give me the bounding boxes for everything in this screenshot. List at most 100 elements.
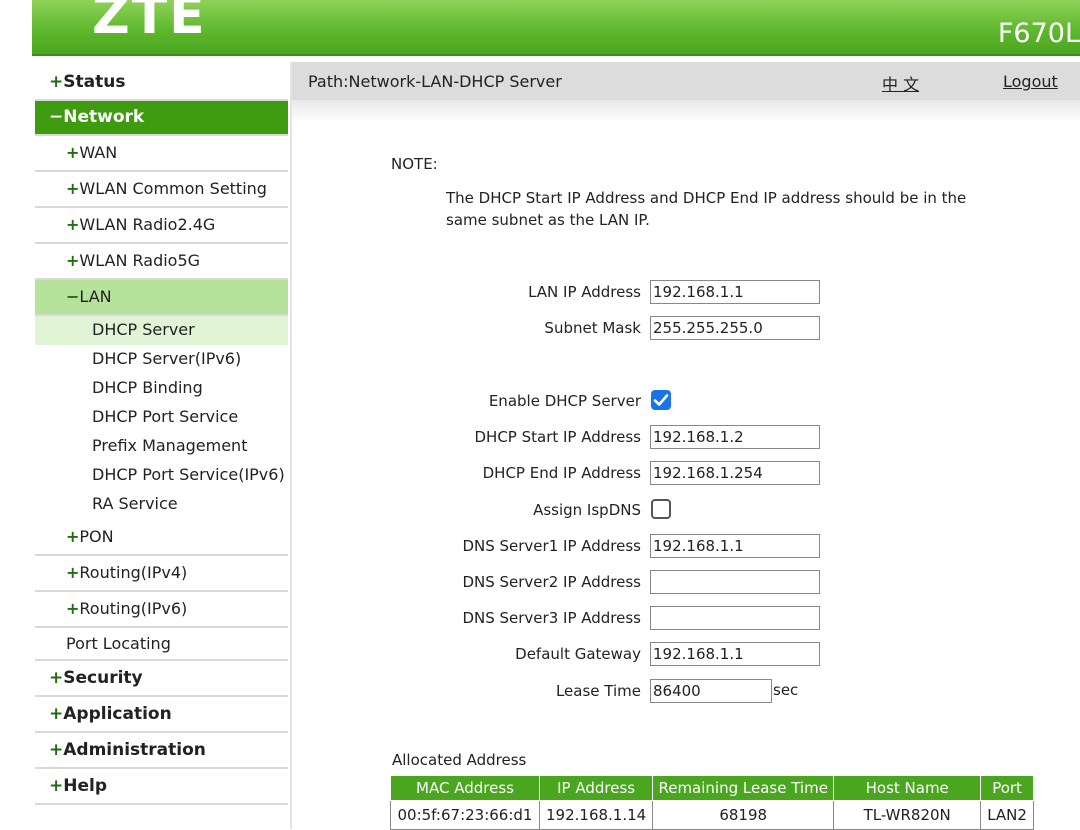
expand-icon: + [49, 72, 64, 92]
sidebar-item-wlan-radio2-4g[interactable]: +WLAN Radio2.4G [35, 208, 288, 244]
column-header: IP Address [538, 775, 654, 801]
model-name: F670L [997, 18, 1080, 49]
dns1-input[interactable] [650, 534, 820, 558]
sidebar-item-wlan-radio5g[interactable]: +WLAN Radio5G [35, 244, 288, 280]
sidebar-item-ra-service[interactable]: RA Service [35, 490, 288, 520]
sidebar-item-label: Network [63, 107, 145, 127]
column-header: Port [980, 775, 1034, 801]
sidebar-item-status[interactable]: +Status [35, 66, 288, 101]
zte-logo: ZTE [92, 0, 207, 46]
checkmark-icon [653, 394, 669, 406]
lan-ip-label: LAN IP Address [528, 283, 641, 301]
sidebar-item-label: Help [63, 776, 108, 796]
table-row: 00:5f:67:23:66:d1 192.168.1.14 68198 TL-… [390, 800, 1034, 830]
sidebar-item-application[interactable]: +Application [35, 697, 288, 733]
dns3-label: DNS Server3 IP Address [462, 609, 641, 627]
page-margin [0, 0, 32, 829]
sidebar-item-dhcp-server-ipv6[interactable]: DHCP Server(IPv6) [35, 345, 288, 374]
sidebar-item-security[interactable]: +Security [35, 661, 288, 697]
sidebar-item-label: DHCP Server(IPv6) [92, 349, 242, 368]
sidebar-item-routing-ipv4[interactable]: +Routing(IPv4) [35, 556, 288, 592]
sidebar-item-label: DHCP Port Service [92, 407, 239, 426]
sidebar-item-label: Administration [63, 740, 206, 760]
sidebar-item-pon[interactable]: +PON [35, 520, 288, 556]
mac-address-cell: 00:5f:67:23:66:d1 [390, 800, 540, 830]
allocated-address-table: MAC Address IP Address Remaining Lease T… [390, 775, 1034, 830]
top-banner: ZTE F670L [32, 0, 1080, 56]
lan-ip-input[interactable] [650, 280, 820, 304]
sidebar-item-port-locating[interactable]: Port Locating [35, 628, 288, 661]
sidebar-item-label: RA Service [92, 494, 178, 513]
logout-link[interactable]: Logout [1003, 72, 1058, 91]
sidebar-item-routing-ipv6[interactable]: +Routing(IPv6) [35, 592, 288, 628]
expand-icon: + [66, 251, 80, 270]
sidebar-divider [290, 62, 292, 829]
dns3-input[interactable] [650, 606, 820, 630]
sidebar-item-label: WLAN Common Setting [79, 179, 267, 198]
sidebar-item-lan[interactable]: −LAN [35, 280, 288, 316]
sidebar-item-label: WLAN Radio2.4G [79, 215, 216, 234]
sidebar-item-wan[interactable]: +WAN [35, 136, 288, 172]
sidebar-item-help[interactable]: +Help [35, 769, 288, 805]
expand-icon: + [49, 740, 64, 760]
lease-remaining-cell: 68198 [652, 800, 835, 830]
sidebar-item-wlan-common-setting[interactable]: +WLAN Common Setting [35, 172, 288, 208]
path-bar-shadow [292, 100, 1080, 122]
host-name-cell: TL-WR820N [833, 800, 982, 830]
subnet-mask-input[interactable] [650, 316, 820, 340]
sidebar-item-dhcp-port-service-ipv6[interactable]: DHCP Port Service(IPv6) [35, 461, 288, 490]
breadcrumb: Path:Network-LAN-DHCP Server [308, 72, 562, 91]
column-header: MAC Address [390, 775, 540, 801]
default-gateway-input[interactable] [650, 642, 820, 666]
sidebar-item-dhcp-binding[interactable]: DHCP Binding [35, 374, 288, 403]
sidebar-item-label: DHCP Binding [92, 378, 203, 397]
note-text: The DHCP Start IP Address and DHCP End I… [446, 189, 967, 229]
sidebar-item-label: Prefix Management [92, 436, 248, 455]
note-title: NOTE: [391, 155, 438, 173]
language-switch-link[interactable]: 中 文 [882, 71, 919, 95]
dhcp-end-ip-input[interactable] [650, 461, 820, 485]
port-cell: LAN2 [980, 800, 1034, 830]
sidebar-item-network[interactable]: −Network [35, 101, 288, 136]
sidebar-item-label: WAN [79, 143, 118, 162]
column-header: Remaining Lease Time [652, 775, 835, 801]
dhcp-start-ip-input[interactable] [650, 425, 820, 449]
sidebar-item-label: DHCP Port Service(IPv6) [92, 465, 285, 484]
sidebar-item-prefix-management[interactable]: Prefix Management [35, 432, 288, 461]
expand-icon: + [66, 215, 80, 234]
ip-address-cell: 192.168.1.14 [538, 800, 654, 830]
expand-icon: + [66, 563, 80, 582]
expand-icon: + [49, 668, 64, 688]
expand-icon: + [66, 143, 80, 162]
dns1-label: DNS Server1 IP Address [462, 537, 641, 555]
dhcp-start-ip-label: DHCP Start IP Address [474, 428, 641, 446]
subnet-mask-label: Subnet Mask [544, 319, 641, 337]
dns2-input[interactable] [650, 570, 820, 594]
lease-time-input[interactable] [650, 679, 772, 703]
sidebar-item-label: Application [63, 704, 172, 724]
sidebar-nav: +Status −Network +WAN +WLAN Common Setting +… [35, 66, 288, 805]
assign-isp-dns-checkbox[interactable] [651, 499, 671, 519]
collapse-icon: − [49, 107, 64, 127]
expand-icon: + [49, 776, 64, 796]
default-gateway-label: Default Gateway [515, 645, 641, 663]
expand-icon: + [66, 599, 80, 618]
sidebar-item-label: LAN [79, 287, 112, 306]
column-header: Host Name [833, 775, 982, 801]
allocated-address-title: Allocated Address [392, 751, 527, 769]
enable-dhcp-checkbox[interactable] [651, 390, 671, 410]
sidebar-item-dhcp-port-service[interactable]: DHCP Port Service [35, 403, 288, 432]
sidebar-item-label: WLAN Radio5G [79, 251, 201, 270]
sidebar-item-label: Port Locating [66, 634, 171, 653]
path-bar: Path:Network-LAN-DHCP Server 中 文 Logout [292, 62, 1080, 100]
sidebar-item-administration[interactable]: +Administration [35, 733, 288, 769]
dhcp-end-ip-label: DHCP End IP Address [482, 464, 641, 482]
expand-icon: + [49, 704, 64, 724]
sidebar-item-label: Status [63, 72, 126, 92]
sidebar-item-label: PON [79, 527, 114, 546]
sidebar-item-label: Security [63, 668, 143, 688]
sidebar-item-label: Routing(IPv4) [79, 563, 188, 582]
sidebar-item-dhcp-server[interactable]: DHCP Server [35, 316, 288, 345]
lease-time-unit: sec [773, 681, 799, 699]
expand-icon: + [66, 179, 80, 198]
